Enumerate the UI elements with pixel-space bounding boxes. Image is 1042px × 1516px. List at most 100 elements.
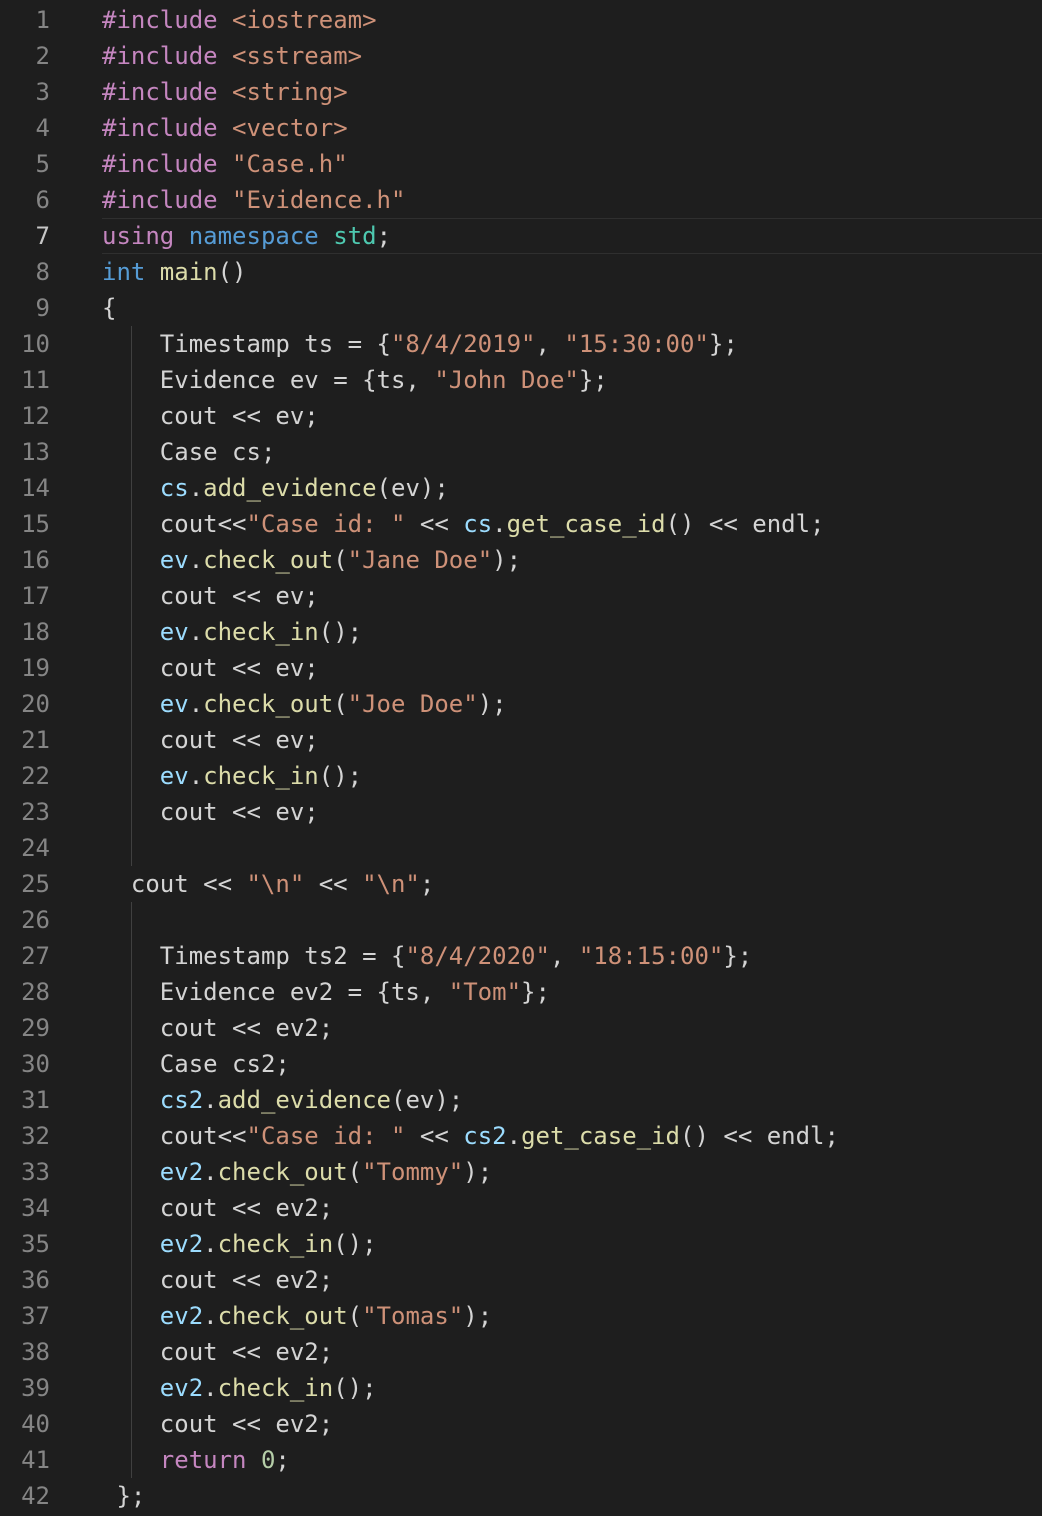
code-line[interactable]: 42}; xyxy=(0,1478,1042,1514)
code-text[interactable]: ev.check_in(); xyxy=(102,614,1042,650)
code-text[interactable]: #include <vector> xyxy=(102,110,1042,146)
code-text[interactable]: { xyxy=(102,290,1042,326)
code-line[interactable]: 25 cout << "\n" << "\n"; xyxy=(0,866,1042,902)
code-text[interactable]: #include "Evidence.h" xyxy=(102,182,1042,218)
code-token: . xyxy=(506,1122,522,1150)
code-token: #include xyxy=(102,78,233,106)
code-line[interactable]: 30 Case cs2; xyxy=(0,1046,1042,1082)
code-line[interactable]: 37 ev2.check_out("Tomas"); xyxy=(0,1298,1042,1334)
code-text[interactable] xyxy=(102,902,1042,938)
code-line[interactable]: 10 Timestamp ts = {"8/4/2019", "15:30:00"… xyxy=(0,326,1042,362)
line-number: 18 xyxy=(21,618,50,646)
code-line[interactable]: 32 cout<<"Case id: " << cs2.get_case_id()… xyxy=(0,1118,1042,1154)
code-text[interactable]: cout << ev2; xyxy=(102,1406,1042,1442)
code-text[interactable]: ev2.check_out("Tomas"); xyxy=(102,1298,1042,1334)
code-line[interactable]: 21 cout << ev; xyxy=(0,722,1042,758)
code-line[interactable]: 33 ev2.check_out("Tommy"); xyxy=(0,1154,1042,1190)
code-editor[interactable]: 1 #include <iostream> 2 #include <sstream> 3… xyxy=(0,2,1042,1514)
code-line[interactable]: 40 cout << ev2; xyxy=(0,1406,1042,1442)
code-text[interactable]: cout << ev2; xyxy=(102,1190,1042,1226)
line-number: 7 xyxy=(35,222,50,250)
code-token: . xyxy=(203,1230,218,1258)
code-text[interactable]: }; xyxy=(102,1478,1042,1514)
code-text[interactable]: cout << ev2; xyxy=(102,1334,1042,1370)
code-line[interactable]: 1 #include <iostream> xyxy=(0,2,1042,38)
line-number: 38 xyxy=(21,1338,50,1366)
code-line[interactable]: 23 cout << ev; xyxy=(0,794,1042,830)
code-text[interactable]: Evidence ev2 = {ts, "Tom"}; xyxy=(102,974,1042,1010)
code-line[interactable]: 22 ev.check_in(); xyxy=(0,758,1042,794)
code-text[interactable]: cout << ev2; xyxy=(102,1010,1042,1046)
code-text[interactable]: ev.check_out("Jane Doe"); xyxy=(102,542,1042,578)
code-text[interactable]: cout<<"Case id: " << cs2.get_case_id() <… xyxy=(102,1118,1042,1154)
code-token: . xyxy=(188,690,204,718)
line-number: 21 xyxy=(21,726,50,754)
code-line[interactable]: 12 cout << ev; xyxy=(0,398,1042,434)
code-line[interactable]: 39 ev2.check_in(); xyxy=(0,1370,1042,1406)
code-text[interactable]: cout << ev; xyxy=(102,398,1042,434)
code-token: <vector> xyxy=(232,114,348,142)
line-number: 13 xyxy=(21,438,50,466)
code-text[interactable]: ev.check_in(); xyxy=(102,758,1042,794)
code-text[interactable]: cout << ev; xyxy=(102,650,1042,686)
code-line[interactable]: 6 #include "Evidence.h" xyxy=(0,182,1042,218)
code-token: ev2 xyxy=(159,1230,204,1258)
code-text[interactable]: Case cs2; xyxy=(102,1046,1042,1082)
code-text[interactable]: Evidence ev = {ts, "John Doe"}; xyxy=(102,362,1042,398)
code-text[interactable]: #include <string> xyxy=(102,74,1042,110)
code-text[interactable]: Timestamp ts = {"8/4/2019", "15:30:00"}; xyxy=(102,326,1042,362)
code-text[interactable]: #include <iostream> xyxy=(102,2,1042,38)
code-text[interactable]: cout << ev2; xyxy=(102,1262,1042,1298)
code-text[interactable]: #include <sstream> xyxy=(102,38,1042,74)
code-line[interactable]: 11 Evidence ev = {ts, "John Doe"}; xyxy=(0,362,1042,398)
code-line[interactable]: 26 xyxy=(0,902,1042,938)
code-line[interactable]: 36 cout << ev2; xyxy=(0,1262,1042,1298)
code-text[interactable]: cout << ev; xyxy=(102,794,1042,830)
code-line[interactable]: 17 cout << ev; xyxy=(0,578,1042,614)
code-text[interactable]: ev.check_out("Joe Doe"); xyxy=(102,686,1042,722)
code-line[interactable]: 38 cout << ev2; xyxy=(0,1334,1042,1370)
code-token: . xyxy=(203,1086,218,1114)
code-line[interactable]: 24 xyxy=(0,830,1042,866)
code-text[interactable]: Timestamp ts2 = {"8/4/2020", "18:15:00"}… xyxy=(102,938,1042,974)
code-line[interactable]: 41 return 0; xyxy=(0,1442,1042,1478)
code-text[interactable]: ev2.check_in(); xyxy=(102,1226,1042,1262)
code-text[interactable]: cout << ev; xyxy=(102,722,1042,758)
code-line[interactable]: 13 Case cs; xyxy=(0,434,1042,470)
code-text[interactable]: int main() xyxy=(102,254,1042,290)
code-text[interactable]: cout << "\n" << "\n"; xyxy=(102,866,1042,902)
code-line[interactable]: 15 cout<<"Case id: " << cs.get_case_id() … xyxy=(0,506,1042,542)
code-line[interactable]: 31 cs2.add_evidence(ev); xyxy=(0,1082,1042,1118)
code-line[interactable]: 27 Timestamp ts2 = {"8/4/2020", "18:15:00… xyxy=(0,938,1042,974)
code-line[interactable]: 35 ev2.check_in(); xyxy=(0,1226,1042,1262)
code-line[interactable]: 18 ev.check_in(); xyxy=(0,614,1042,650)
code-line[interactable]: 14 cs.add_evidence(ev); xyxy=(0,470,1042,506)
code-text[interactable]: using namespace std; xyxy=(102,218,1042,254)
code-line[interactable]: 4 #include <vector> xyxy=(0,110,1042,146)
code-line[interactable]: 34 cout << ev2; xyxy=(0,1190,1042,1226)
code-line[interactable]: 7 using namespace std; xyxy=(0,218,1042,254)
code-line[interactable]: 16 ev.check_out("Jane Doe"); xyxy=(0,542,1042,578)
code-line[interactable]: 3 #include <string> xyxy=(0,74,1042,110)
code-line[interactable]: 19 cout << ev; xyxy=(0,650,1042,686)
code-text[interactable]: cs.add_evidence(ev); xyxy=(102,470,1042,506)
code-text[interactable]: ev2.check_out("Tommy"); xyxy=(102,1154,1042,1190)
code-line[interactable]: 28 Evidence ev2 = {ts, "Tom"}; xyxy=(0,974,1042,1010)
code-text[interactable]: ev2.check_in(); xyxy=(102,1370,1042,1406)
code-line[interactable]: 2 #include <sstream> xyxy=(0,38,1042,74)
code-text[interactable] xyxy=(102,830,1042,866)
code-token: . xyxy=(188,618,204,646)
code-line[interactable]: 8 int main() xyxy=(0,254,1042,290)
code-line[interactable]: 9{ xyxy=(0,290,1042,326)
code-text[interactable]: #include "Case.h" xyxy=(102,146,1042,182)
code-token: (); xyxy=(318,762,363,790)
code-line[interactable]: 29 cout << ev2; xyxy=(0,1010,1042,1046)
code-text[interactable]: cout<<"Case id: " << cs.get_case_id() <<… xyxy=(102,506,1042,542)
code-token: cout<< xyxy=(159,510,247,538)
code-text[interactable]: Case cs; xyxy=(102,434,1042,470)
code-text[interactable]: cout << ev; xyxy=(102,578,1042,614)
code-line[interactable]: 20 ev.check_out("Joe Doe"); xyxy=(0,686,1042,722)
code-text[interactable]: cs2.add_evidence(ev); xyxy=(102,1082,1042,1118)
code-line[interactable]: 5 #include "Case.h" xyxy=(0,146,1042,182)
code-text[interactable]: return 0; xyxy=(102,1442,1042,1478)
